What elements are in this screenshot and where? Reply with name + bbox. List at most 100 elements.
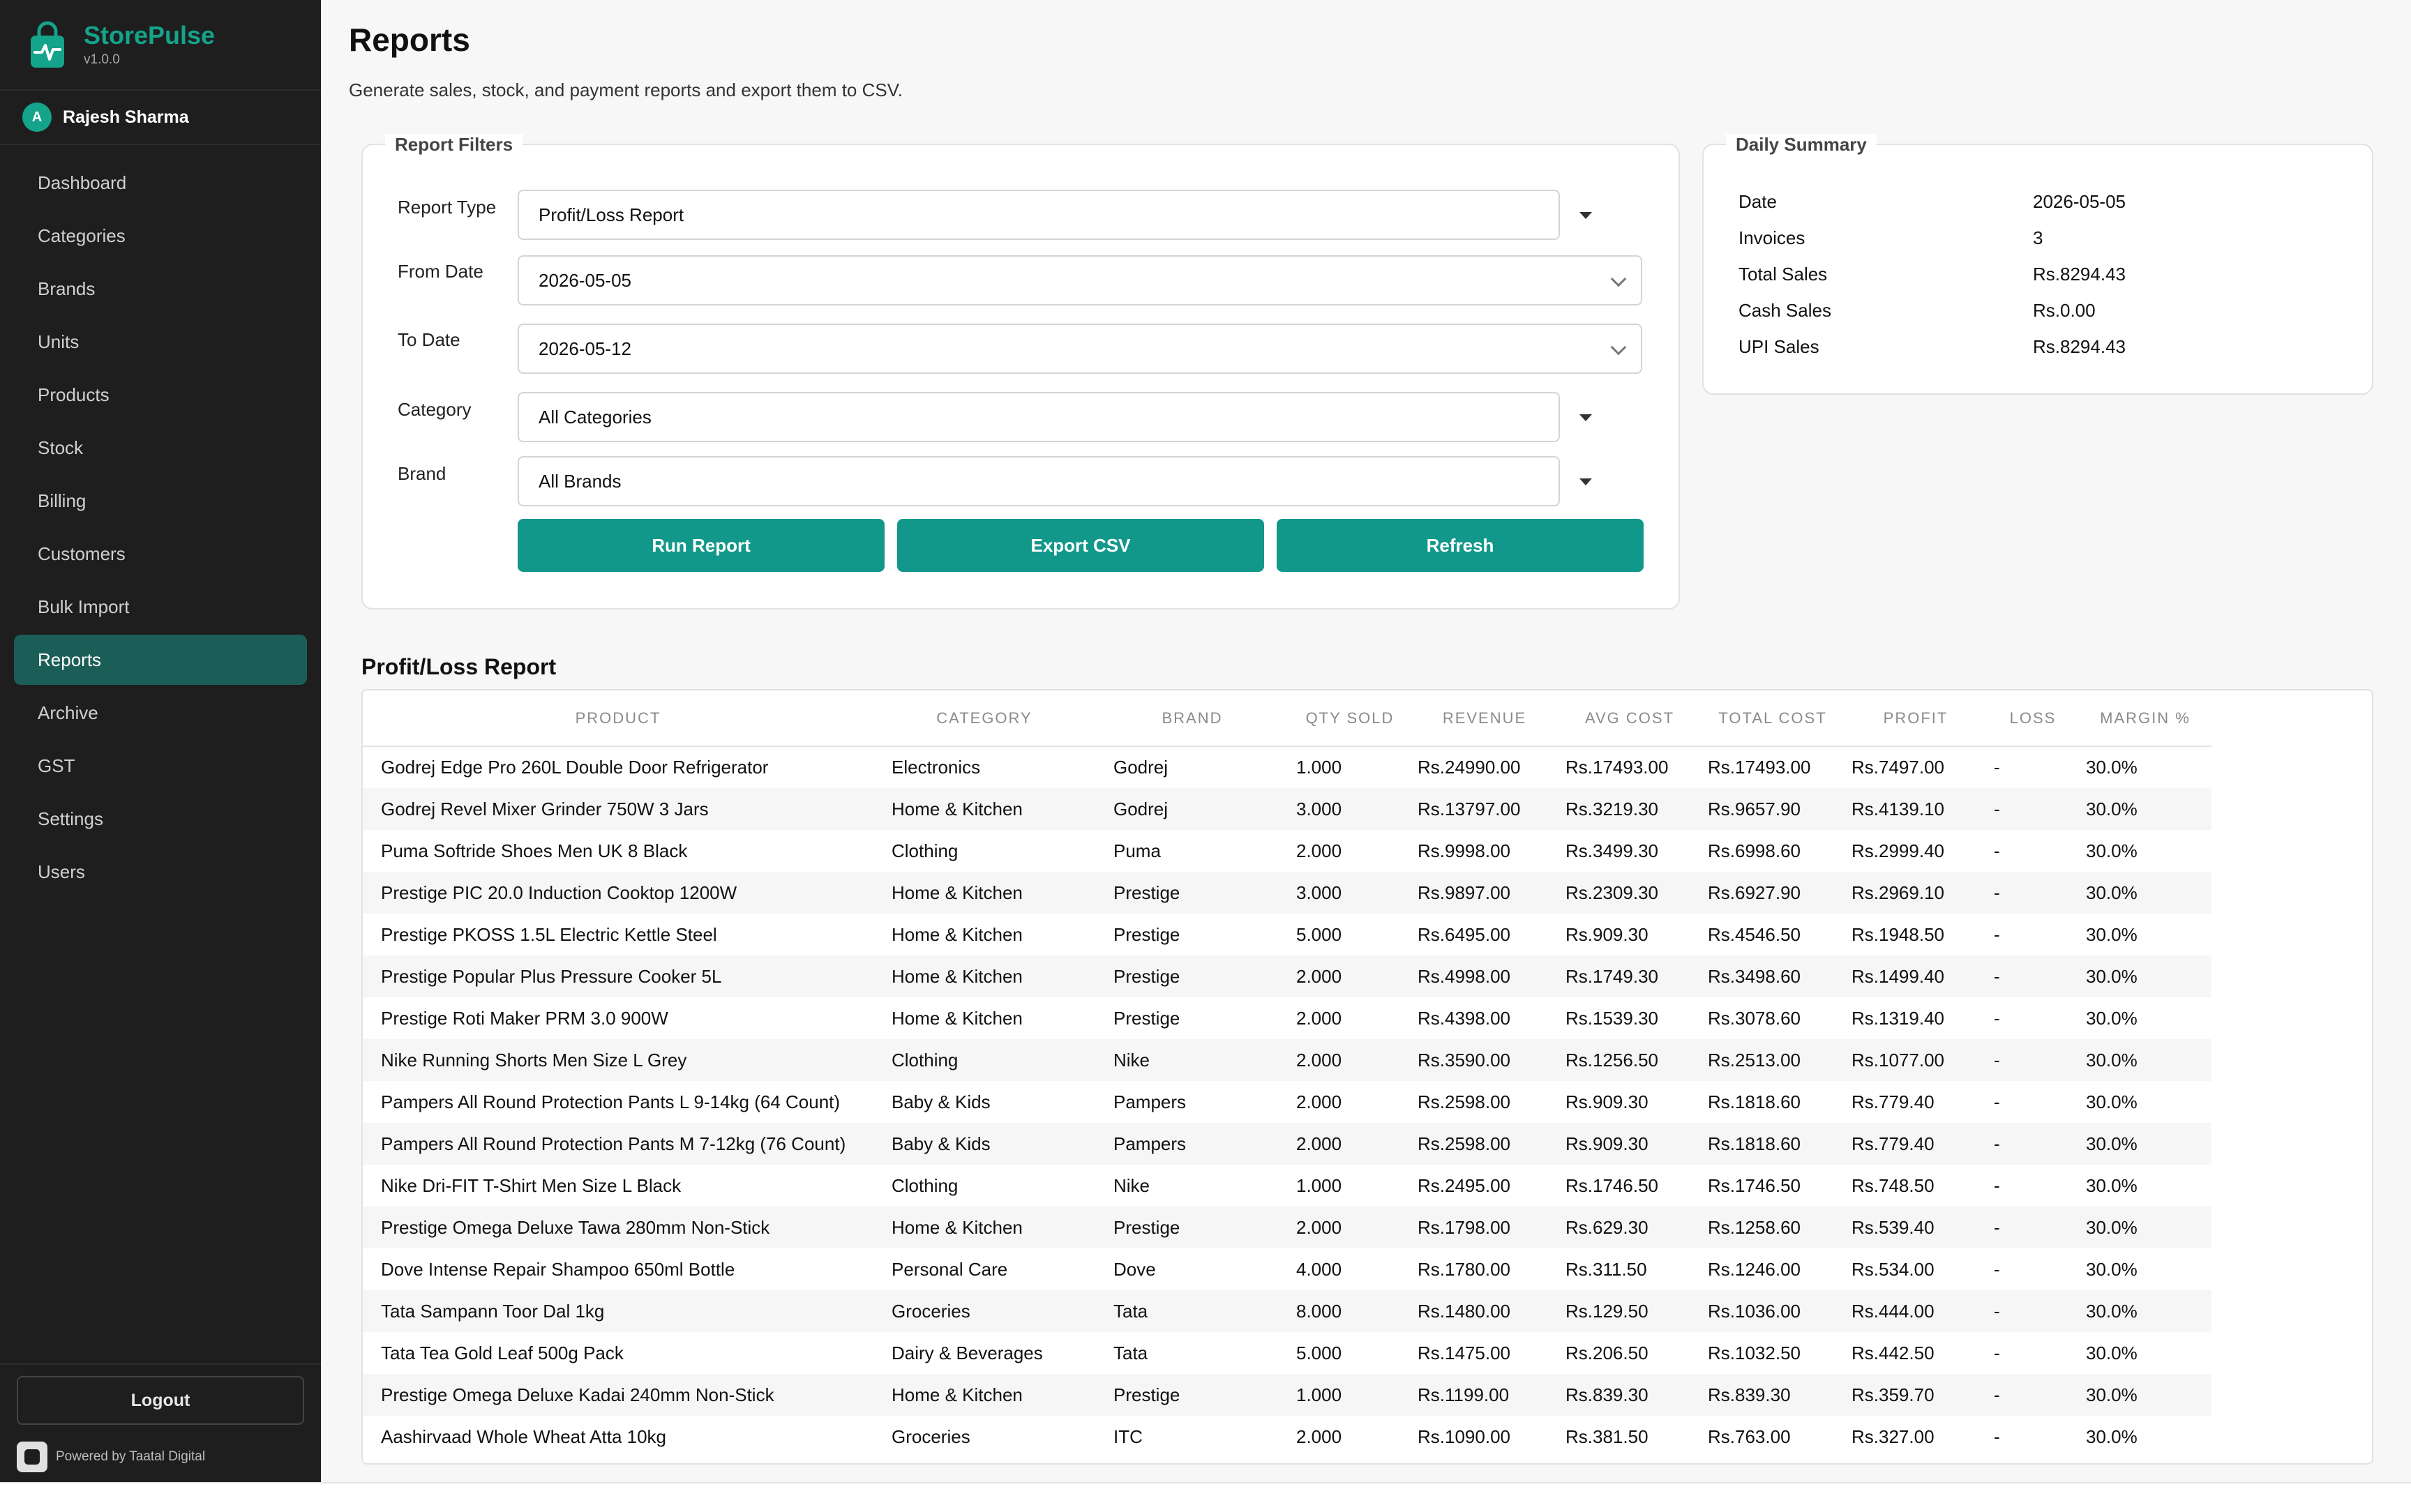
table-row[interactable]: Dove Intense Repair Shampoo 650ml Bottle… [363,1248,2211,1290]
cell-total-cost: Rs.1032.50 [1708,1342,1801,1363]
cell-avg-cost: Rs.129.50 [1558,1290,1701,1332]
table-row[interactable]: Prestige Popular Plus Pressure Cooker 5L… [363,955,2211,997]
report-type-label: Report Type [398,197,497,218]
brand-select[interactable]: All Brands [518,456,1560,506]
table-row[interactable]: Aashirvaad Whole Wheat Atta 10kg Grocerie… [363,1416,2211,1458]
cell-profit: Rs.4139.10 [1845,788,1987,830]
shopping-bag-pulse-icon [28,20,67,69]
cell-revenue: Rs.24990.00 [1418,757,1521,778]
cell-category: Clothing [873,1039,1095,1081]
table-row[interactable]: Godrej Revel Mixer Grinder 750W 3 Jars Ho… [363,788,2211,830]
from-date-field[interactable]: 2026-05-05 [518,255,1642,305]
cell-loss: - [1987,1374,2079,1416]
table-row[interactable]: Nike Running Shorts Men Size L Grey Cloth… [363,1039,2211,1081]
cell-category: Groceries [892,1426,970,1447]
table-row[interactable]: Tata Sampann Toor Dal 1kg Groceries Tata 8.… [363,1290,2211,1332]
to-date-field[interactable]: 2026-05-12 [518,324,1642,374]
sidebar-item-billing[interactable]: Billing [14,476,307,526]
cell-profit: Rs.2999.40 [1852,840,1944,861]
cell-profit: Rs.1319.40 [1852,1007,1944,1029]
to-date-label: To Date [398,329,460,350]
logout-button[interactable]: Logout [17,1376,304,1425]
cell-category: Dairy & Beverages [892,1342,1043,1363]
cell-revenue: Rs.2495.00 [1418,1174,1510,1196]
from-date-chevron-down-icon[interactable] [1610,271,1627,287]
cell-total-cost: Rs.1746.50 [1708,1174,1801,1196]
cell-total-cost: Rs.1818.60 [1708,1091,1801,1112]
table-row[interactable]: Prestige PKOSS 1.5L Electric Kettle Stee… [363,914,2211,955]
column-header[interactable]: BRAND [1095,690,1289,747]
cell-category: Electronics [892,757,981,778]
cell-category: Home & Kitchen [873,1207,1095,1248]
column-header[interactable]: PRODUCT [363,690,873,747]
sidebar-item-gst[interactable]: GST [14,741,307,791]
summary-value: 2026-05-05 [2033,191,2126,212]
cell-product: Prestige PIC 20.0 Induction Cooktop 1200… [363,872,873,914]
cell-margin: 30.0% [2079,1123,2211,1165]
category-select[interactable]: All Categories [518,392,1560,442]
cell-revenue: Rs.1798.00 [1411,1207,1558,1248]
run-report-button[interactable]: Run Report [518,519,885,572]
table-row[interactable]: Pampers All Round Protection Pants L 9-1… [363,1081,2211,1123]
column-header[interactable]: AVG COST [1558,690,1701,747]
brand-caret-down-icon[interactable] [1579,478,1592,485]
table-row[interactable]: Nike Dri-FIT T-Shirt Men Size L Black Clo… [363,1165,2211,1207]
page-title: Reports [349,22,470,58]
export-csv-button[interactable]: Export CSV [897,519,1264,572]
sidebar-item-categories[interactable]: Categories [14,211,307,261]
report-type-caret-down-icon[interactable] [1579,212,1592,219]
column-header[interactable]: MARGIN % [2079,690,2211,747]
sidebar-item-users[interactable]: Users [14,847,307,897]
cell-total-cost: Rs.2513.00 [1701,1039,1845,1081]
cell-avg-cost: Rs.381.50 [1565,1426,1648,1447]
cell-brand: Godrej [1113,757,1169,778]
sidebar-item-bulk-import[interactable]: Bulk Import [14,582,307,632]
sidebar-item-customers[interactable]: Customers [14,529,307,579]
column-header[interactable]: LOSS [1987,690,2079,747]
cell-margin: 30.0% [2079,1039,2211,1081]
sidebar-item-products[interactable]: Products [14,370,307,420]
table-row[interactable]: Pampers All Round Protection Pants M 7-1… [363,1123,2211,1165]
summary-label: Invoices [1738,227,1805,248]
summary-value: Rs.8294.43 [2033,336,2126,357]
cell-profit: Rs.327.00 [1852,1426,1935,1447]
summary-label: Total Sales [1738,264,1828,285]
sidebar-item-archive[interactable]: Archive [14,688,307,738]
cell-loss: - [1987,1039,2079,1081]
table-row[interactable]: Prestige PIC 20.0 Induction Cooktop 1200… [363,872,2211,914]
table-row[interactable]: Prestige Omega Deluxe Kadai 240mm Non-St… [363,1374,2211,1416]
table-row[interactable]: Puma Softride Shoes Men UK 8 Black Clothi… [363,830,2211,872]
column-header[interactable]: REVENUE [1411,690,1558,747]
sidebar-item-reports[interactable]: Reports [14,635,307,685]
report-table-container[interactable]: PRODUCT CATEGORY BRAND QTY SOLD REVENUE … [361,689,2373,1465]
cell-avg-cost: Rs.909.30 [1558,1123,1701,1165]
table-row[interactable]: Godrej Edge Pro 260L Double Door Refrige… [363,746,2211,788]
report-filters-legend: Report Filters [385,134,523,156]
cell-total-cost: Rs.4546.50 [1708,923,1801,945]
cell-profit: Rs.748.50 [1852,1174,1935,1196]
column-header[interactable]: QTY SOLD [1289,690,1411,747]
report-type-select[interactable]: Profit/Loss Report [518,190,1560,240]
column-header[interactable]: TOTAL COST [1701,690,1845,747]
cell-loss: - [1994,1426,2000,1447]
sidebar-item-settings[interactable]: Settings [14,794,307,844]
column-header[interactable]: CATEGORY [873,690,1095,747]
cell-loss: - [1987,955,2079,997]
sidebar-item-brands[interactable]: Brands [14,264,307,314]
cell-product: Pampers All Round Protection Pants M 7-1… [363,1123,873,1165]
table-header-row: PRODUCT CATEGORY BRAND QTY SOLD REVENUE … [363,690,2211,747]
sidebar-item-stock[interactable]: Stock [14,423,307,473]
sidebar-item-dashboard[interactable]: Dashboard [14,158,307,208]
category-caret-down-icon[interactable] [1579,414,1592,421]
sidebar-item-units[interactable]: Units [14,317,307,367]
column-header[interactable]: PROFIT [1845,690,1987,747]
cell-product: Dove Intense Repair Shampoo 650ml Bottle [381,1258,735,1280]
to-date-value: 2026-05-12 [539,338,631,359]
refresh-button[interactable]: Refresh [1277,519,1644,572]
table-row[interactable]: Prestige Omega Deluxe Tawa 280mm Non-Sti… [363,1207,2211,1248]
cell-qty: 1.000 [1296,1174,1342,1196]
table-row[interactable]: Prestige Roti Maker PRM 3.0 900W Home & K… [363,997,2211,1039]
to-date-chevron-down-icon[interactable] [1610,339,1627,356]
cell-category: Baby & Kids [873,1123,1095,1165]
table-row[interactable]: Tata Tea Gold Leaf 500g Pack Dairy & Beve… [363,1332,2211,1374]
